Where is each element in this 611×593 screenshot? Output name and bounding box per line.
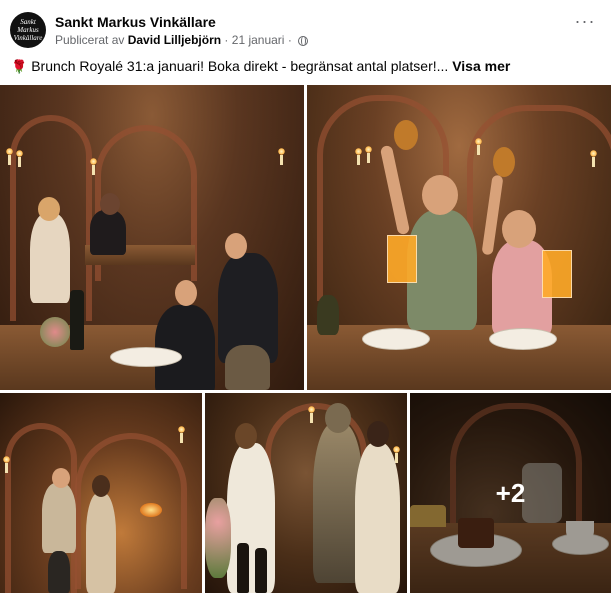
candle — [365, 146, 372, 163]
more-options-button[interactable]: ··· — [572, 12, 598, 34]
woman-head — [235, 423, 257, 449]
candle — [278, 148, 285, 165]
avatar-line-3: Vinkällare — [13, 34, 43, 42]
rose-bouquet — [205, 498, 231, 578]
wine-bottle — [237, 543, 249, 593]
woman-white-dress — [227, 443, 275, 593]
post-date[interactable]: 21 januari — [232, 33, 285, 47]
guest-woman — [90, 210, 126, 255]
candle — [355, 148, 362, 165]
plate — [362, 328, 430, 350]
published-by-label: Publicerat av — [55, 33, 125, 47]
chicken-drumstick — [493, 147, 515, 177]
plate — [110, 347, 182, 367]
globe-icon[interactable] — [298, 36, 309, 46]
woman-cream-dress — [355, 443, 400, 593]
woman-dress — [86, 493, 116, 593]
more-photos-count: +2 — [495, 477, 526, 508]
more-photos-overlay[interactable]: +2 — [410, 393, 611, 593]
boy — [407, 210, 477, 330]
wine-bottle — [255, 548, 267, 593]
dining-table — [307, 325, 611, 390]
guest-head — [38, 197, 60, 221]
candle — [393, 446, 400, 463]
juice-glass — [542, 250, 572, 298]
meta-separator-1: · — [224, 33, 229, 47]
photo-cellar-dining[interactable] — [0, 85, 304, 390]
post-header: Sankt Markus Vinkällare Sankt Markus Vin… — [0, 0, 611, 52]
juice-glass — [387, 235, 417, 283]
page-avatar[interactable]: Sankt Markus Vinkällare — [10, 12, 46, 48]
host-head — [225, 233, 247, 259]
guest-woman — [30, 213, 70, 303]
photo-couple-cellar[interactable] — [0, 393, 202, 593]
woman-head — [92, 475, 110, 497]
chicken-drumstick — [394, 120, 418, 150]
flower-vase — [317, 295, 339, 335]
photo-knight-toast[interactable] — [205, 393, 407, 593]
candle — [3, 456, 10, 473]
author-name[interactable]: David Lilljebjörn — [128, 33, 221, 47]
rose-icon: 🌹 — [11, 59, 28, 74]
girl-head — [502, 210, 536, 248]
guest-head — [100, 193, 120, 215]
candle — [16, 150, 23, 167]
candle — [475, 138, 482, 155]
candle — [178, 426, 185, 443]
page-name[interactable]: Sankt Markus Vinkällare — [55, 14, 216, 30]
avatar-line-2: Markus — [17, 26, 39, 34]
flower-vase — [40, 317, 70, 347]
man-head — [52, 468, 70, 488]
photo-kids-brunch[interactable] — [307, 85, 611, 390]
candle — [308, 406, 315, 423]
host-trousers — [225, 345, 270, 390]
post-caption: 🌹 Brunch Royalé 31:a januari! Boka direkt… — [11, 58, 510, 75]
man — [42, 483, 76, 553]
candle — [6, 148, 13, 165]
avatar-line-1: Sankt — [20, 18, 36, 26]
man-trousers — [48, 551, 70, 593]
meta-separator-2: · — [287, 33, 292, 47]
post-meta: Publicerat av David Lilljebjörn · 21 jan… — [55, 33, 309, 47]
plate — [489, 328, 557, 350]
knight-helmet — [325, 403, 351, 433]
woman-head — [367, 421, 389, 447]
wine-bottle — [70, 290, 84, 350]
fireplace — [140, 503, 162, 517]
boy-head — [422, 175, 458, 215]
candle — [590, 150, 597, 167]
see-more-link[interactable]: Visa mer — [452, 58, 510, 74]
candle — [90, 158, 97, 175]
guest-head — [175, 280, 197, 306]
photo-dessert-more[interactable]: +2 — [410, 393, 611, 593]
post-text: Brunch Royalé 31:a januari! Boka direkt … — [31, 58, 449, 74]
